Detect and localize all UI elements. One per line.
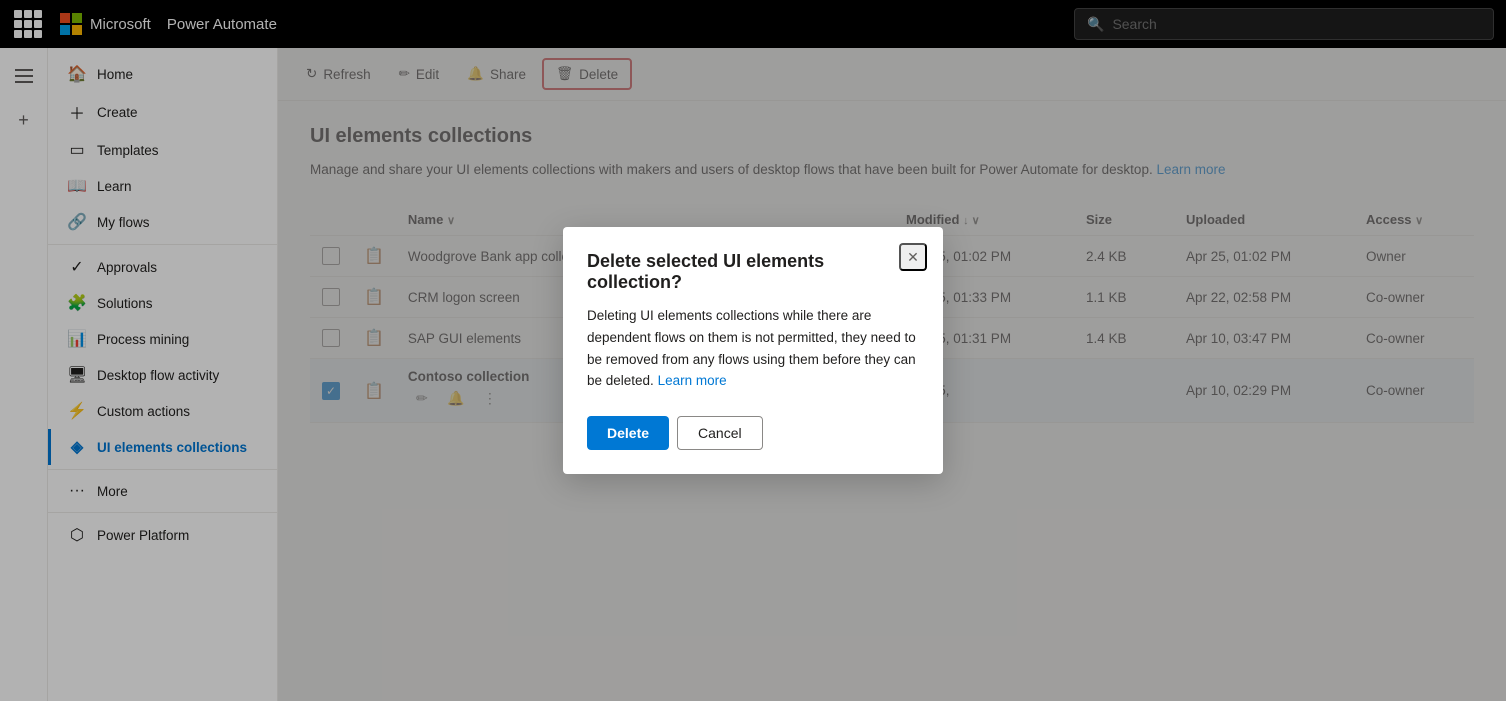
dialog-body-text: Deleting UI elements collections while t… [587,308,916,388]
delete-dialog: Delete selected UI elements collection? … [563,227,943,473]
dialog-learn-more-link[interactable]: Learn more [658,373,727,388]
dialog-delete-button[interactable]: Delete [587,416,669,450]
dialog-title: Delete selected UI elements collection? [587,251,919,293]
dialog-body: Deleting UI elements collections while t… [587,305,919,391]
dialog-cancel-button[interactable]: Cancel [677,416,763,450]
dialog-overlay: Delete selected UI elements collection? … [0,0,1506,701]
dialog-close-button[interactable]: ✕ [899,243,927,271]
dialog-actions: Delete Cancel [587,416,919,450]
